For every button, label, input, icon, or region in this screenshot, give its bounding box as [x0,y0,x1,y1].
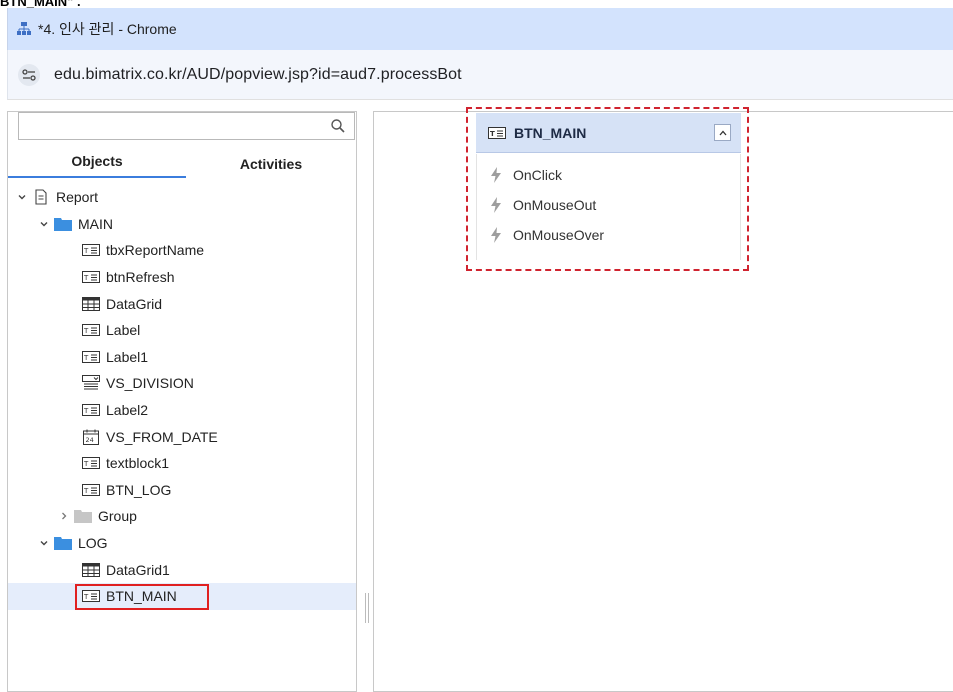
event-item[interactable]: OnClick [477,160,740,190]
chevron-down-icon[interactable] [38,537,50,549]
svg-text:T: T [83,487,89,495]
chevron-down-icon[interactable] [16,191,28,203]
lightning-icon [489,167,503,183]
tree-item-report[interactable]: Report [8,184,356,211]
tree-item[interactable]: T BTN_LOG [8,477,356,504]
svg-text:24: 24 [86,436,94,444]
tree-item-label: textblock1 [106,455,170,472]
event-label: OnMouseOut [513,197,597,213]
tree-item[interactable]: T BTN_MAIN [8,582,356,610]
svg-text:T: T [83,407,89,415]
tree-item-label: tbxReportName [106,242,205,259]
objects-panel: Objects Activities Report MAIN T tbxRepo… [7,111,357,692]
window-title: *4. 인사 관리 - Chrome [38,21,177,37]
folder-icon [54,216,72,232]
calendar-icon: 24 [82,429,100,445]
tree-item-label: Label1 [106,348,149,365]
svg-text:T: T [83,274,89,282]
tree-item[interactable]: TtbxReportName [8,237,356,264]
tree-item[interactable]: DataGrid1 [8,556,356,583]
tree-item[interactable]: DataGrid [8,290,356,317]
textbox-icon: T [82,269,100,285]
node-events: OnClick OnMouseOut OnMouseOver [476,154,741,260]
event-label: OnMouseOver [513,227,605,243]
combobox-icon [82,375,100,391]
tree-item-label: Label [106,322,141,339]
folder-icon [54,535,72,551]
textbox-icon: T [82,349,100,365]
collapse-button[interactable] [714,124,731,141]
svg-text:T: T [83,460,89,468]
grid-icon [82,562,100,578]
tree-item[interactable]: T Label [8,317,356,344]
url-text[interactable]: edu.bimatrix.co.kr/AUD/popview.jsp?id=au… [54,66,462,84]
textbox-icon: T [488,126,506,140]
textbox-icon: T [82,322,100,338]
tree-item-label: Label2 [106,402,149,419]
lightning-icon [489,197,503,213]
textbox-icon: T [82,455,100,471]
tree-item-label: btnRefresh [106,269,175,286]
chevron-up-icon [719,130,726,135]
caption-text: BTN_MAIN" . [0,0,81,9]
panel-tabs: Objects Activities [8,146,356,178]
event-item[interactable]: OnMouseOut [477,190,740,220]
textbox-icon: T [82,242,100,258]
node-title: BTN_MAIN [514,124,587,141]
event-label: OnClick [513,167,563,183]
tree-item-label: MAIN [78,215,113,232]
tree-item-label: Report [56,189,99,206]
svg-text:T: T [83,354,89,362]
chevron-down-icon[interactable] [38,218,50,230]
tree-item-label: VS_FROM_DATE [106,428,218,445]
tree-item-label: VS_DIVISION [106,375,194,392]
tree-item-log[interactable]: LOG [8,530,356,557]
tree-item-main[interactable]: MAIN [8,211,356,238]
app-org-chart-icon [16,21,32,37]
tree-item-label: DataGrid [106,295,163,312]
textbox-icon: T [82,402,100,418]
tree-item-label: Group [98,508,137,525]
chevron-right-icon[interactable] [58,510,70,522]
tree-item-label: DataGrid1 [106,561,170,578]
tree-item[interactable]: VS_DIVISION [8,370,356,397]
tree-item[interactable]: T Label1 [8,344,356,371]
window-titlebar: *4. 인사 관리 - Chrome [7,8,953,50]
folder-icon [74,508,92,524]
svg-text:T: T [83,247,89,255]
selection-highlight-box [75,583,209,610]
tab-activities[interactable]: Activities [186,146,356,178]
object-tree: Report MAIN TtbxReportName TbtnRefresh Dat… [8,184,356,610]
node-highlight-box: T BTN_MAIN OnClick OnMouseOut OnMouseOver [466,107,749,271]
event-item[interactable]: OnMouseOver [477,220,740,250]
site-settings-icon[interactable] [18,63,40,86]
tree-item-label: BTN_LOG [106,481,172,498]
document-icon [32,189,50,205]
svg-text:T: T [83,327,89,335]
textbox-icon: T [82,482,100,498]
grid-icon [82,296,100,312]
splitter-handle[interactable] [365,593,369,623]
tree-item[interactable]: TbtnRefresh [8,264,356,291]
tree-item[interactable]: T Label2 [8,397,356,424]
tab-objects[interactable]: Objects [8,146,186,178]
lightning-icon [489,227,503,243]
node-header[interactable]: T BTN_MAIN [476,113,741,153]
tree-item-label: LOG [78,535,108,552]
tree-item[interactable]: 24 VS_FROM_DATE [8,423,356,450]
svg-text:T: T [490,130,495,138]
address-bar[interactable]: edu.bimatrix.co.kr/AUD/popview.jsp?id=au… [7,50,953,100]
tree-item[interactable]: Ttextblock1 [8,450,356,477]
search-input[interactable] [18,112,355,140]
tree-item-group[interactable]: Group [8,503,356,530]
search-icon[interactable] [330,118,346,134]
